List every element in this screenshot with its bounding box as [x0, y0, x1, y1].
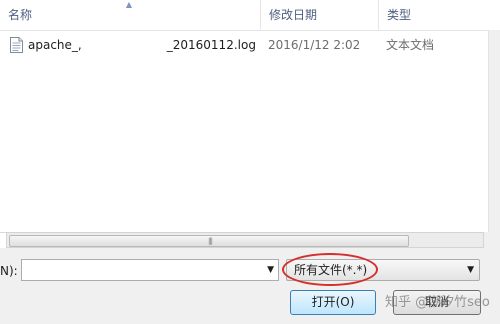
chevron-down-icon[interactable]: ▼	[467, 265, 474, 275]
text-document-icon	[10, 37, 23, 53]
scrollbar-corner	[484, 232, 500, 248]
file-type-select[interactable]: 所有文件(*.*) ▼	[286, 259, 480, 281]
file-row[interactable]: apache_, _20160112.log 2016/1/12 2:02 文本文…	[0, 34, 500, 56]
column-header-type[interactable]: 类型	[378, 0, 500, 30]
filename-label: N):	[0, 264, 18, 278]
sort-ascending-icon: ▲	[125, 0, 133, 9]
dialog-footer: N): ▼ 所有文件(*.*) ▼ 打开(O) 取消 知乎 @潮汐竹seo	[0, 248, 500, 324]
file-list[interactable]: 名称 ▲ 修改日期 类型 apache_, _20160112.log 2016/…	[0, 0, 500, 233]
redacted-region	[81, 38, 167, 53]
column-header-date[interactable]: 修改日期	[260, 0, 378, 30]
scroll-grip-icon: |||	[207, 237, 213, 245]
horizontal-scrollbar[interactable]: |||	[6, 232, 484, 248]
watermark: 知乎 @潮汐竹seo	[385, 295, 490, 310]
chevron-down-icon[interactable]: ▼	[267, 265, 274, 275]
file-type-value: 所有文件(*.*)	[294, 263, 368, 277]
vertical-scrollbar[interactable]	[488, 30, 500, 232]
filename-input[interactable]: ▼	[21, 259, 279, 281]
file-modified-date: 2016/1/12 2:02	[268, 38, 361, 52]
file-type: 文本文档	[386, 38, 435, 52]
column-header-bar: 名称 ▲ 修改日期 类型	[0, 0, 500, 31]
horizontal-scrollbar-thumb[interactable]: |||	[9, 235, 409, 247]
file-name: apache_, _20160112.log	[28, 38, 256, 53]
open-button[interactable]: 打开(O)	[290, 290, 376, 315]
